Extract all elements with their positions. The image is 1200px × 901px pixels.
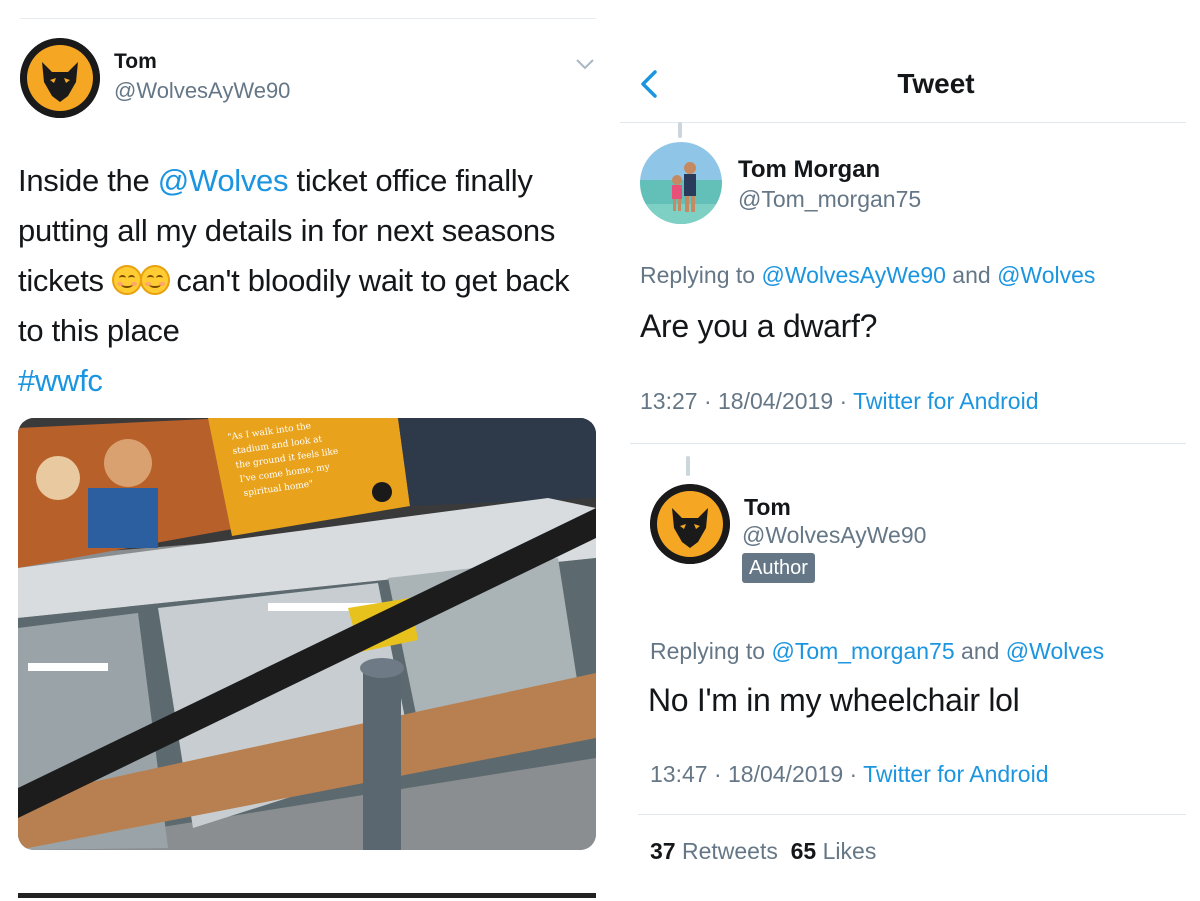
replying-and: and — [945, 262, 998, 288]
retweets-label[interactable]: Retweets — [682, 838, 778, 864]
author-handle[interactable]: @Tom_morgan75 — [738, 186, 921, 213]
replying-to: Replying to @Tom_morgan75 and @Wolves — [650, 638, 1104, 665]
tweet-text: Inside the @Wolves ticket office finally… — [18, 156, 598, 406]
author-handle[interactable]: @WolvesAyWe90 — [114, 78, 290, 104]
author-handle[interactable]: @WolvesAyWe90 — [742, 522, 926, 549]
mention-link[interactable]: @Wolves — [158, 163, 289, 198]
author-badge: Author — [742, 553, 815, 583]
original-tweet-panel: Tom @WolvesAyWe90 Inside the @Wolves tic… — [0, 0, 612, 901]
mention-link[interactable]: @Wolves — [997, 262, 1095, 288]
engagement-stats: 37 Retweets 65 Likes — [650, 838, 876, 865]
avatar[interactable] — [650, 484, 730, 564]
divider — [638, 814, 1186, 815]
mention-link[interactable]: @WolvesAyWe90 — [761, 262, 945, 288]
likes-label[interactable]: Likes — [823, 838, 877, 864]
likes-count[interactable]: 65 — [791, 838, 817, 864]
author-name[interactable]: Tom — [114, 50, 157, 74]
timestamp[interactable]: 13:27 · 18/04/2019 · — [640, 388, 853, 414]
wolf-logo-icon — [20, 38, 100, 118]
divider — [630, 443, 1186, 444]
wolf-logo-icon — [650, 484, 730, 564]
replying-to: Replying to @WolvesAyWe90 and @Wolves — [640, 262, 1095, 289]
avatar[interactable] — [640, 142, 722, 224]
divider — [18, 893, 596, 898]
beach-photo-avatar — [640, 142, 722, 224]
ticket-office-photo: "As I walk into the stadium and look at … — [18, 418, 596, 850]
replying-prefix: Replying to — [640, 262, 762, 288]
tweet-text-part: Inside the — [18, 163, 158, 198]
mention-link[interactable]: @Tom_morgan75 — [771, 638, 954, 664]
chevron-down-icon[interactable] — [574, 56, 596, 72]
thread-connector — [686, 456, 690, 476]
tweet-photo[interactable]: "As I walk into the stadium and look at … — [18, 418, 596, 850]
replying-prefix: Replying to — [650, 638, 772, 664]
hashtag-link[interactable]: #wwfc — [18, 363, 103, 398]
timestamp[interactable]: 13:47 · 18/04/2019 · — [650, 761, 863, 787]
reply-text: Are you a dwarf? — [640, 308, 878, 344]
tweet-meta: 13:47 · 18/04/2019 · Twitter for Android — [650, 761, 1049, 788]
author-name[interactable]: Tom Morgan — [738, 156, 880, 184]
reply-text: No I'm in my wheelchair lol — [648, 682, 1020, 718]
mention-link[interactable]: @Wolves — [1006, 638, 1104, 664]
tweet-meta: 13:27 · 18/04/2019 · Twitter for Android — [640, 388, 1039, 415]
divider — [20, 18, 596, 19]
retweets-count[interactable]: 37 — [650, 838, 676, 864]
thread-connector — [678, 122, 682, 138]
smiling-emoji-icon — [112, 265, 143, 295]
avatar[interactable] — [20, 38, 100, 118]
reply-thread-panel: Tweet Tom Morgan @Tom_morgan75 Replying … — [612, 0, 1200, 901]
page-title: Tweet — [897, 68, 975, 99]
divider — [620, 122, 1186, 123]
author-name[interactable]: Tom — [744, 494, 791, 521]
smiling-emoji-icon — [140, 265, 171, 295]
replying-and: and — [954, 638, 1006, 664]
source-link[interactable]: Twitter for Android — [853, 388, 1038, 414]
source-link[interactable]: Twitter for Android — [863, 761, 1048, 787]
